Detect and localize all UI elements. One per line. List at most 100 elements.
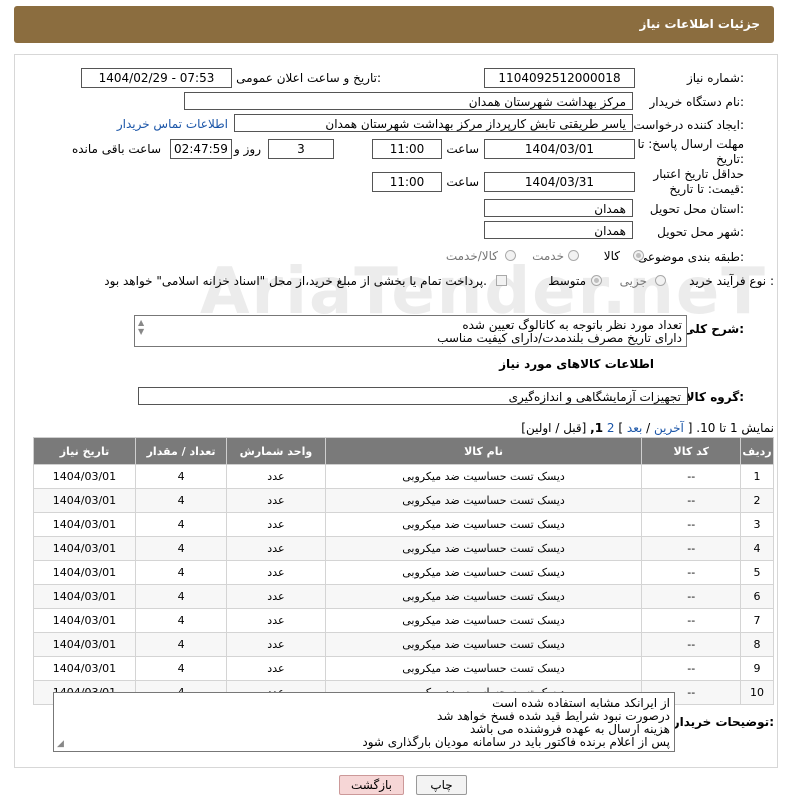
item-name-cell: دیسک تست حساسیت ضد میکروبی <box>324 512 643 537</box>
process-label: نوع فرآیند خرید : <box>689 274 774 288</box>
category-goods-radio[interactable] <box>633 250 644 261</box>
category-both-radio[interactable] <box>505 250 516 261</box>
col-header-code: کد کالا <box>641 437 742 465</box>
quantity-cell: 4 <box>134 560 228 585</box>
description-line-2: دارای تاریخ مصرف بلندمدت/دارای کیفیت منا… <box>437 331 682 345</box>
price-time-field: 11:00 <box>372 172 442 192</box>
payment-note: پرداخت تمام یا بخشی از مبلغ خرید،از محل … <box>104 274 487 288</box>
quantity-cell: 4 <box>134 512 228 537</box>
table-row: 2 -- دیسک تست حساسیت ضد میکروبی عدد 4 1404/03… <box>33 488 774 513</box>
item-code-cell: -- <box>641 464 742 489</box>
unit-cell: عدد <box>226 512 326 537</box>
buyer-notes-label: توضیحات خریدار: <box>672 715 774 729</box>
col-header-qty: تعداد / مقدار <box>134 437 228 465</box>
description-textarea[interactable]: تعداد مورد نظر باتوجه به کاتالوگ تعیین ش… <box>134 315 687 347</box>
row-number-cell: 4 <box>740 536 774 561</box>
table-row: 5 -- دیسک تست حساسیت ضد میکروبی عدد 4 1404/03… <box>33 560 774 585</box>
quantity-cell: 4 <box>134 656 228 681</box>
row-number-cell: 6 <box>740 584 774 609</box>
days-label: روز و <box>234 142 261 156</box>
creator-field: یاسر طریقتی تابش کارپرداز مرکز بهداشت شه… <box>234 114 633 132</box>
pagination: نمایش 1 تا 10. [ آخرین / بعد ] 2 1, [قبل… <box>521 421 774 435</box>
pagination-bracket-close: ] <box>618 421 624 435</box>
pagination-next-link[interactable]: بعد <box>627 421 642 435</box>
creator-label: ایجاد کننده درخواست: <box>633 118 744 132</box>
pagination-current-page: 1, <box>590 421 604 435</box>
category-goods-label: کالا <box>603 249 620 263</box>
reply-time-field: 11:00 <box>372 139 442 159</box>
category-label: طبقه بندی موضوعی: <box>637 250 744 264</box>
remaining-time-field: 02:47:59 <box>170 139 232 159</box>
item-name-cell: دیسک تست حساسیت ضد میکروبی <box>324 488 643 513</box>
buyer-org-label: نام دستگاه خریدار: <box>649 95 745 109</box>
goods-group-label: گروه کالا: <box>685 390 744 404</box>
quantity-cell: 4 <box>134 608 228 633</box>
province-label: استان محل تحویل: <box>649 202 744 216</box>
need-number-label: شماره نیاز: <box>686 71 744 85</box>
item-name-cell: دیسک تست حساسیت ضد میکروبی <box>324 608 643 633</box>
unit-cell: عدد <box>226 608 326 633</box>
category-service-radio[interactable] <box>568 250 579 261</box>
print-button[interactable]: چاپ <box>416 775 467 795</box>
need-date-cell: 1404/03/01 <box>33 536 136 561</box>
scroll-up-icon[interactable]: ▲ <box>138 318 144 327</box>
city-label: شهر محل تحویل: <box>657 225 744 239</box>
pagination-bracket-open: [ <box>687 421 693 435</box>
buyer-notes-textarea[interactable]: از ایرانکد مشابه استفاده شده است درصورت … <box>53 692 675 752</box>
item-code-cell: -- <box>641 632 742 657</box>
table-row: 3 -- دیسک تست حساسیت ضد میکروبی عدد 4 1404/03… <box>33 512 774 537</box>
category-both-label: کالا/خدمت <box>445 249 498 263</box>
table-row: 6 -- دیسک تست حساسیت ضد میکروبی عدد 4 1404/03… <box>33 584 774 609</box>
item-name-cell: دیسک تست حساسیت ضد میکروبی <box>324 560 643 585</box>
need-date-cell: 1404/03/01 <box>33 584 136 609</box>
payment-checkbox[interactable] <box>496 275 507 286</box>
table-row: 8 -- دیسک تست حساسیت ضد میکروبی عدد 4 1404/03… <box>33 632 774 657</box>
pagination-page-2-link[interactable]: 2 <box>607 421 615 435</box>
goods-group-field: تجهیزات آزمایشگاهی و اندازه‌گیری <box>138 387 688 405</box>
reply-time-label: ساعت <box>446 142 479 156</box>
back-button[interactable]: بازگشت <box>339 775 404 795</box>
buyer-contact-link[interactable]: اطلاعات تماس خریدار <box>117 117 228 131</box>
remaining-label: ساعت باقی مانده <box>71 142 161 156</box>
items-table: ردیف کد کالا نام کالا واحد شمارش تعداد /… <box>33 437 774 705</box>
need-date-cell: 1404/03/01 <box>33 488 136 513</box>
pagination-last-link[interactable]: آخرین <box>654 421 684 435</box>
need-date-cell: 1404/03/01 <box>33 632 136 657</box>
page-title: جزئیات اطلاعات نیاز <box>639 17 760 31</box>
col-header-date: تاریخ نیاز <box>33 437 136 465</box>
scroll-down-icon[interactable]: ▼ <box>138 327 144 336</box>
price-date-field: 1404/03/31 <box>484 172 635 192</box>
reply-date-field: 1404/03/01 <box>484 139 635 159</box>
city-field: همدان <box>484 221 633 239</box>
buyer-org-field: مرکز بهداشت شهرستان همدان <box>184 92 633 110</box>
item-name-cell: دیسک تست حساسیت ضد میکروبی <box>324 536 643 561</box>
process-partial-radio[interactable] <box>655 275 666 286</box>
pagination-prev-first: [قبل / اولین] <box>521 421 587 435</box>
resize-handle-icon[interactable]: ◢ <box>57 739 64 749</box>
buyer-notes-line-4: پس از اعلام برنده فاکتور باید در سامانه … <box>362 735 670 749</box>
item-name-cell: دیسک تست حساسیت ضد میکروبی <box>324 464 643 489</box>
row-number-cell: 7 <box>740 608 774 633</box>
days-field: 3 <box>268 139 334 159</box>
quantity-cell: 4 <box>134 464 228 489</box>
row-number-cell: 9 <box>740 656 774 681</box>
reply-deadline-label: مهلت ارسال پاسخ: تا تاریخ: <box>637 137 744 166</box>
item-code-cell: -- <box>641 560 742 585</box>
pagination-sep-1: / <box>646 421 651 435</box>
unit-cell: عدد <box>226 584 326 609</box>
unit-cell: عدد <box>226 560 326 585</box>
need-date-cell: 1404/03/01 <box>33 464 136 489</box>
goods-section-title: اطلاعات کالاهای مورد نیاز <box>499 357 654 371</box>
need-number-field: 1104092512000018 <box>484 68 635 88</box>
page-header: جزئیات اطلاعات نیاز <box>14 6 774 43</box>
item-name-cell: دیسک تست حساسیت ضد میکروبی <box>324 632 643 657</box>
quantity-cell: 4 <box>134 632 228 657</box>
price-time-label: ساعت <box>446 175 479 189</box>
row-number-cell: 3 <box>740 512 774 537</box>
item-name-cell: دیسک تست حساسیت ضد میکروبی <box>324 584 643 609</box>
item-code-cell: -- <box>641 656 742 681</box>
process-medium-radio[interactable] <box>591 275 602 286</box>
table-row: 7 -- دیسک تست حساسیت ضد میکروبی عدد 4 1404/03… <box>33 608 774 633</box>
need-date-cell: 1404/03/01 <box>33 560 136 585</box>
process-partial-label: جزیی <box>619 274 647 288</box>
